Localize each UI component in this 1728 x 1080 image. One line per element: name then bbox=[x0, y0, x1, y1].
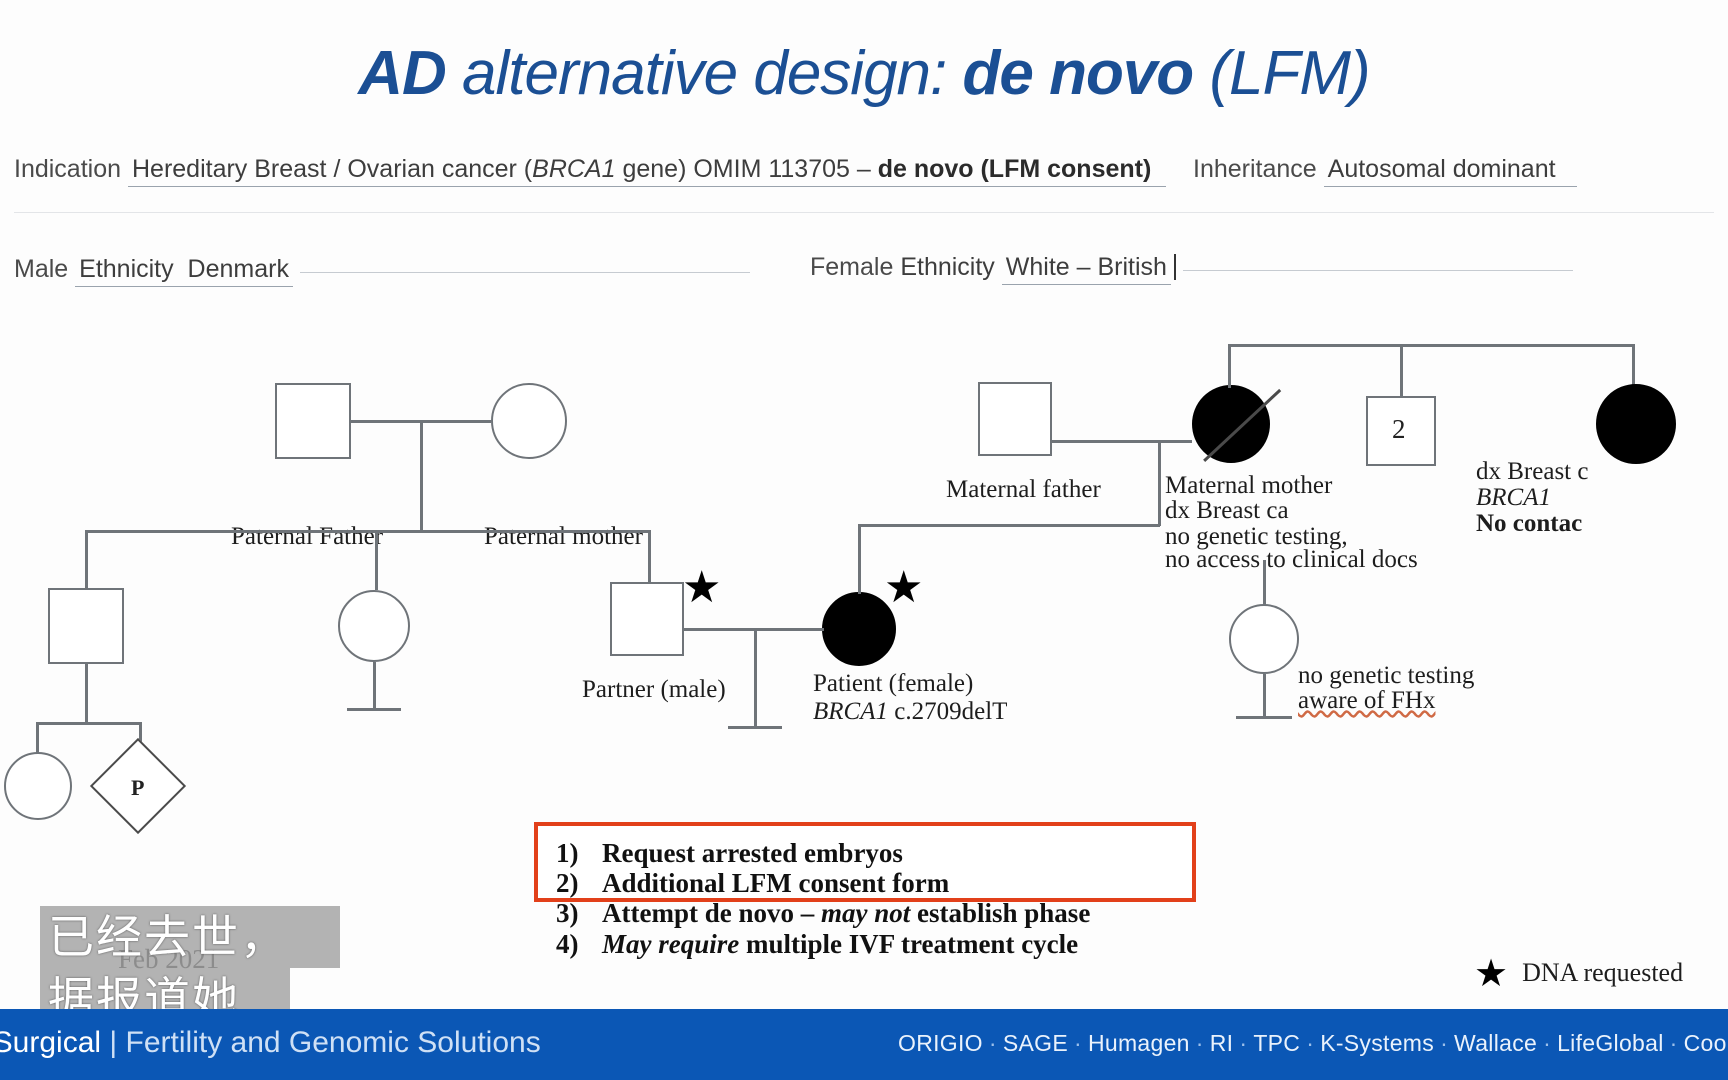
cousin-stem bbox=[1263, 674, 1266, 718]
sibship-count-label: 2 bbox=[1392, 414, 1406, 444]
action-item-2-num: 2) bbox=[556, 868, 579, 899]
maternal-couple-line bbox=[1052, 440, 1192, 443]
sibling-male-descent bbox=[85, 664, 88, 724]
footer-brand-list: ORIGIO · SAGE · Humagen · RI · TPC · K-Systems · Wal… bbox=[898, 1030, 1728, 1057]
footer-brand-separator: · bbox=[1543, 1030, 1552, 1056]
patient-descent-line bbox=[754, 628, 757, 728]
proband-label: P bbox=[131, 775, 145, 800]
footer-brand-separator: · bbox=[1195, 1030, 1204, 1056]
child1-drop bbox=[36, 722, 39, 754]
sib2-drop bbox=[375, 530, 378, 590]
footer-brand-item: LifeGlobal bbox=[1557, 1030, 1664, 1056]
footer-brand-item: CooperGenomics bbox=[1683, 1030, 1728, 1056]
patient-no-issue-bar bbox=[728, 726, 782, 729]
sibling-female-no-issue bbox=[347, 708, 401, 711]
paternal-sibling-female-symbol[interactable] bbox=[338, 590, 410, 662]
patient-dna-star-icon: ★ bbox=[884, 563, 924, 612]
legend: ★ DNA requested bbox=[1474, 955, 1683, 993]
action-item-3-text: Attempt de novo – bbox=[602, 898, 821, 929]
maternal-father-symbol[interactable] bbox=[978, 382, 1052, 456]
maternal-couple-descent bbox=[1158, 440, 1161, 526]
sib3-drop bbox=[648, 530, 651, 582]
aunt-gene-label: BRCA1 bbox=[1476, 484, 1551, 511]
footer-brand-item: Wallace bbox=[1454, 1030, 1538, 1056]
footer-brand-separator: · bbox=[1239, 1030, 1248, 1056]
footer-brand-item: Humagen bbox=[1087, 1030, 1190, 1056]
partner-dna-star-icon: ★ bbox=[682, 563, 722, 612]
footer-brand-item: TPC bbox=[1253, 1030, 1301, 1056]
action-item-1-text: Request arrested embryos bbox=[602, 838, 903, 868]
action-item-3-ital: may not bbox=[820, 898, 911, 929]
patient-gene: BRCA1 bbox=[813, 698, 888, 725]
cousin-label-2: aware of FHx bbox=[1298, 687, 1435, 716]
child-sibship-bar bbox=[36, 722, 141, 725]
action-item-2: 2) Additional LFM consent form bbox=[556, 868, 1090, 898]
action-item-1-num: 1) bbox=[556, 838, 579, 868]
paternal-sibling-male-symbol[interactable] bbox=[48, 588, 124, 664]
aunt-drop bbox=[1632, 344, 1635, 386]
sibship-count-drop bbox=[1400, 344, 1403, 398]
maternal-father-label: Maternal father bbox=[946, 476, 1101, 503]
paternal-mother-label: Paternal mother bbox=[484, 523, 643, 550]
paternal-father-label: Paternal Father bbox=[231, 523, 384, 550]
maternal-aunt-symbol[interactable] bbox=[1596, 384, 1676, 464]
patient-parent-link bbox=[858, 524, 861, 594]
subtitle-line1: 已经去世， bbox=[48, 910, 288, 964]
cousin-parent-link bbox=[1263, 560, 1266, 606]
action-item-1: 1) Request arrested embryos bbox=[556, 838, 1090, 868]
action-item-3-num: 3) bbox=[556, 898, 579, 929]
partner-label: Partner (male) bbox=[582, 676, 726, 703]
maternal-sibship-bar bbox=[858, 524, 1160, 527]
action-item-3: 3) Attempt de novo – may not establish ph… bbox=[556, 898, 1090, 928]
action-item-4-post: multiple IVF treatment cycle bbox=[739, 928, 1079, 959]
action-item-4: 4) May require multiple IVF treatment cyc… bbox=[556, 929, 1090, 959]
paternal-mother-symbol[interactable] bbox=[491, 383, 567, 459]
patient-variant: c.2709delT bbox=[888, 698, 1008, 725]
action-item-2-text: Additional LFM consent form bbox=[602, 868, 950, 899]
footer-brand-separator: · bbox=[988, 1030, 997, 1056]
slide-canvas: AD alternative design: de novo (LFM) Ind… bbox=[0, 0, 1728, 1080]
patient-variant-label: BRCA1 c.2709delT bbox=[813, 698, 1007, 727]
footer-brand-left: erSurgical | Fertility and Genomic Solut… bbox=[0, 1026, 541, 1060]
aunt-label-3: No contac bbox=[1476, 510, 1583, 537]
footer-brand-item: SAGE bbox=[1002, 1030, 1068, 1056]
cousin-label-2-text: aware of FHx bbox=[1298, 687, 1436, 714]
cousin-female-symbol[interactable] bbox=[4, 752, 72, 820]
footer-brand-separator: · bbox=[1440, 1030, 1449, 1056]
paternal-descent-line bbox=[420, 420, 423, 530]
action-item-4-ital: May require bbox=[602, 928, 740, 959]
dna-requested-star-icon: ★ bbox=[1474, 953, 1509, 995]
footer-tagline: | Fertility and Genomic Solutions bbox=[101, 1026, 541, 1059]
cousin-no-issue-bar bbox=[1236, 716, 1292, 719]
aunt-label-1: dx Breast c bbox=[1476, 458, 1589, 485]
sibling-female-stem bbox=[373, 662, 376, 710]
footer-brand-separator: · bbox=[1306, 1030, 1315, 1056]
maternal-mother-label-2: dx Breast ca bbox=[1165, 497, 1289, 524]
patient-label: Patient (female) bbox=[813, 670, 974, 697]
footer-brand-separator: · bbox=[1073, 1030, 1082, 1056]
action-item-3-post: establish phase bbox=[910, 898, 1091, 929]
footer-brand-item: ORIGIO bbox=[898, 1030, 983, 1056]
footer-brand-separator: · bbox=[1669, 1030, 1678, 1056]
paternal-father-symbol[interactable] bbox=[275, 383, 351, 459]
maternal-mother-up-drop bbox=[1228, 344, 1231, 388]
footer-brand-item: K-Systems bbox=[1320, 1030, 1435, 1056]
maternal-mother-label-4: no access to clinical docs bbox=[1165, 546, 1418, 573]
legend-label: DNA requested bbox=[1522, 958, 1684, 987]
maternal-cousin-symbol[interactable] bbox=[1229, 604, 1299, 674]
footer-brand-item: RI bbox=[1209, 1030, 1234, 1056]
grandparent-sibship-bar bbox=[1228, 344, 1632, 347]
footer-company: erSurgical bbox=[0, 1026, 102, 1059]
action-items-list: 1) Request arrested embryos 2) Additional … bbox=[556, 838, 1090, 959]
action-item-4-num: 4) bbox=[556, 928, 579, 959]
paternal-sibship-bar bbox=[85, 530, 650, 533]
sib1-drop bbox=[85, 530, 88, 590]
partner-symbol[interactable] bbox=[610, 582, 684, 656]
maternal-mother-symbol[interactable] bbox=[1192, 385, 1270, 463]
